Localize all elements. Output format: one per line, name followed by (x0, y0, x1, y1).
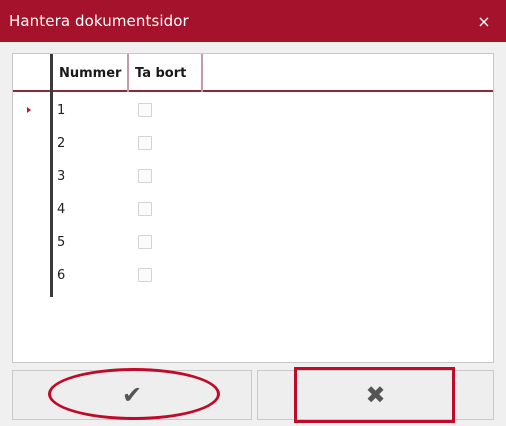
ta-bort-checkbox[interactable] (138, 268, 152, 282)
checkmark-icon: ✔ (121, 381, 143, 409)
table-row[interactable]: 1 (13, 94, 493, 127)
grid-header: Nummer Ta bort (13, 54, 493, 92)
column-header-ta-bort[interactable]: Ta bort (129, 54, 203, 92)
ta-bort-checkbox[interactable] (138, 202, 152, 216)
table-row[interactable]: 6 (13, 259, 493, 292)
current-row-indicator-icon (27, 107, 31, 113)
nummer-cell[interactable]: 4 (57, 193, 65, 226)
column-header-nummer[interactable]: Nummer (53, 54, 129, 92)
ta-bort-checkbox[interactable] (138, 136, 152, 150)
cancel-button[interactable]: ✖ (257, 370, 494, 420)
manage-pages-dialog: Hantera dokumentsidor × Nummer Ta bort 1… (0, 0, 506, 426)
nummer-cell[interactable]: 3 (57, 160, 65, 193)
table-row[interactable]: 2 (13, 127, 493, 160)
ok-button[interactable]: ✔ (12, 370, 252, 420)
nummer-cell[interactable]: 6 (57, 259, 65, 292)
pages-grid: Nummer Ta bort 123456 (12, 53, 494, 363)
ta-bort-checkbox[interactable] (138, 235, 152, 249)
close-icon[interactable]: × (474, 11, 494, 31)
title-bar: Hantera dokumentsidor × (0, 0, 506, 42)
table-row[interactable]: 3 (13, 160, 493, 193)
table-row[interactable]: 4 (13, 193, 493, 226)
row-header-corner (13, 54, 50, 92)
table-row[interactable]: 5 (13, 226, 493, 259)
window-title: Hantera dokumentsidor (9, 12, 189, 30)
ta-bort-checkbox[interactable] (138, 169, 152, 183)
cross-icon: ✖ (365, 381, 386, 409)
nummer-cell[interactable]: 1 (57, 94, 65, 127)
ta-bort-checkbox[interactable] (138, 103, 152, 117)
nummer-cell[interactable]: 5 (57, 226, 65, 259)
nummer-cell[interactable]: 2 (57, 127, 65, 160)
